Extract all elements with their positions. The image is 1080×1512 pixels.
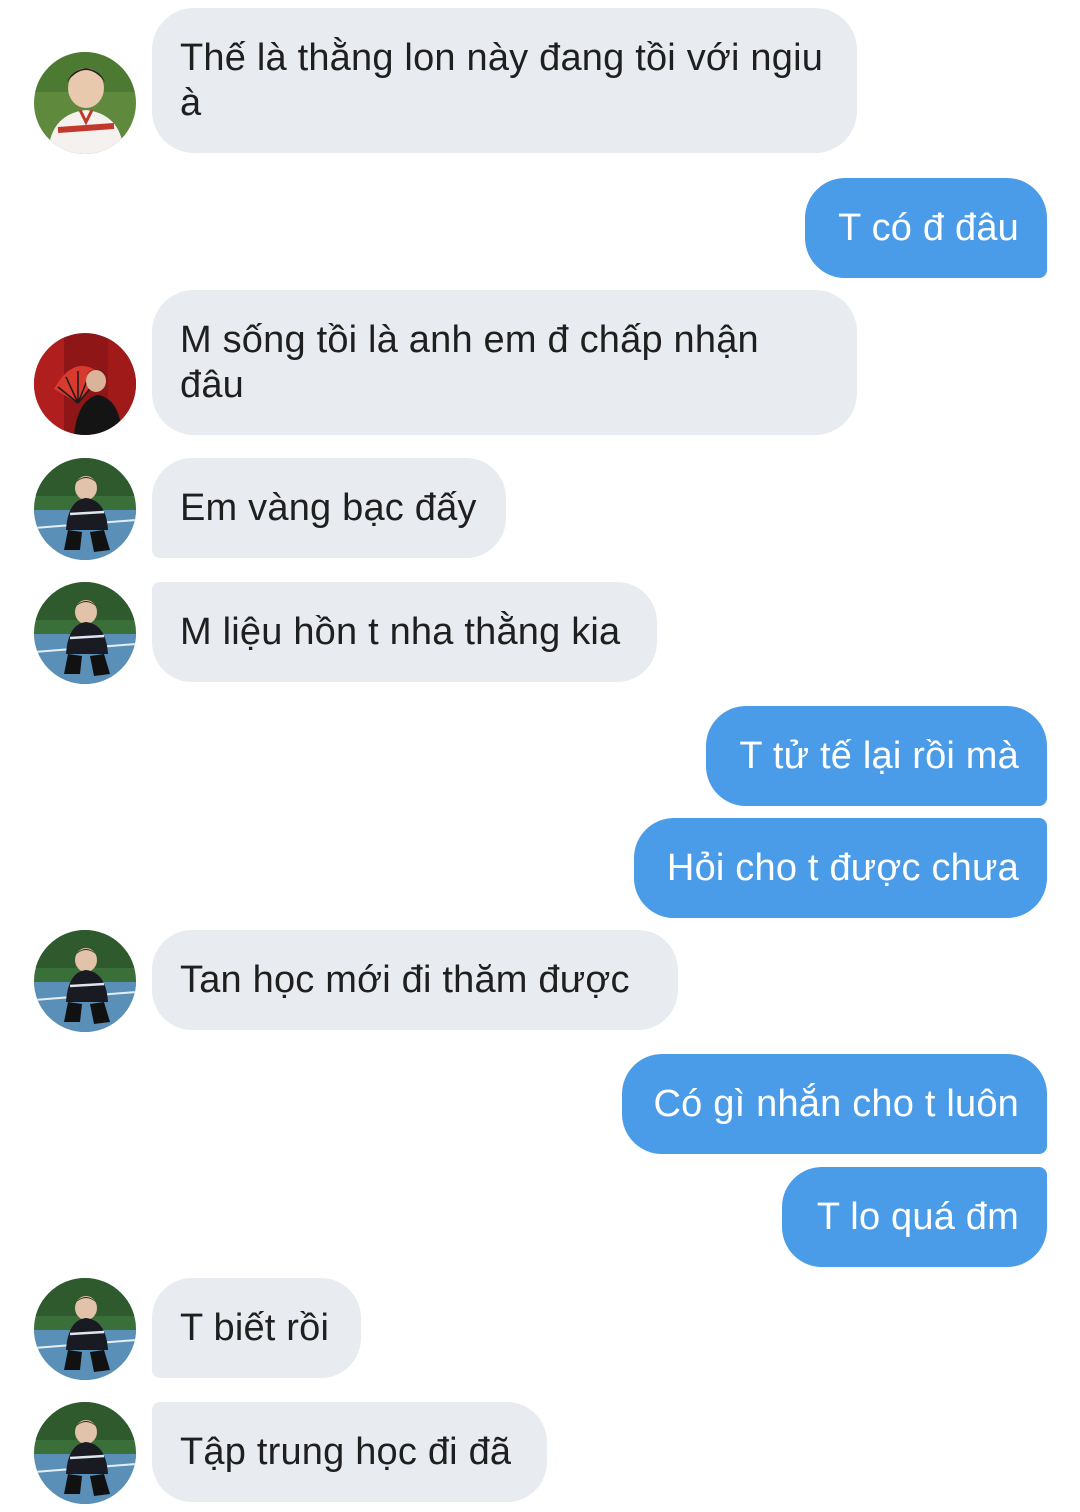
chat-screen: { "messages": [ {"id": "m1", "direction"…	[0, 0, 1080, 1512]
outgoing-message[interactable]: T lo quá đm	[782, 1167, 1047, 1267]
message-text: M sống tồi là anh em đ chấp nhận đâu	[180, 318, 759, 406]
avatar-court-crouch[interactable]	[34, 1402, 136, 1504]
incoming-message[interactable]: Thế là thằng lon này đang tồi với ngiu à	[152, 8, 857, 153]
outgoing-message[interactable]: T có đ đâu	[805, 178, 1047, 278]
message-text: Em vàng bạc đấy	[180, 486, 477, 529]
message-text: Tập trung học đi đã	[180, 1430, 512, 1473]
incoming-message[interactable]: Tan học mới đi thăm được	[152, 930, 678, 1030]
outgoing-message[interactable]: T tử tế lại rồi mà	[706, 706, 1047, 806]
avatar-court-crouch[interactable]	[34, 582, 136, 684]
message-text: T biết rồi	[180, 1306, 330, 1349]
message-text: T tử tế lại rồi mà	[739, 734, 1019, 777]
outgoing-message[interactable]: Hỏi cho t được chưa	[634, 818, 1047, 918]
incoming-message[interactable]: M liệu hồn t nha thằng kia	[152, 582, 657, 682]
incoming-message[interactable]: Em vàng bạc đấy	[152, 458, 506, 558]
message-text: T lo quá đm	[816, 1195, 1019, 1238]
message-text: Có gì nhắn cho t luôn	[653, 1082, 1019, 1125]
message-text: Thế là thằng lon này đang tồi với ngiu à	[180, 36, 824, 124]
message-text: M liệu hồn t nha thằng kia	[180, 610, 621, 653]
message-text: Hỏi cho t được chưa	[666, 846, 1019, 889]
avatar-court-crouch[interactable]	[34, 930, 136, 1032]
avatar-court-crouch[interactable]	[34, 1278, 136, 1380]
incoming-message[interactable]: T biết rồi	[152, 1278, 361, 1378]
incoming-message[interactable]: Tập trung học đi đã	[152, 1402, 547, 1502]
avatar-red-fan[interactable]	[34, 333, 136, 435]
message-text: T có đ đâu	[838, 206, 1019, 249]
avatar-baseball-jersey[interactable]	[34, 52, 136, 154]
incoming-message[interactable]: M sống tồi là anh em đ chấp nhận đâu	[152, 290, 857, 435]
outgoing-message[interactable]: Có gì nhắn cho t luôn	[622, 1054, 1047, 1154]
message-text: Tan học mới đi thăm được	[180, 958, 630, 1001]
avatar-court-crouch[interactable]	[34, 458, 136, 560]
